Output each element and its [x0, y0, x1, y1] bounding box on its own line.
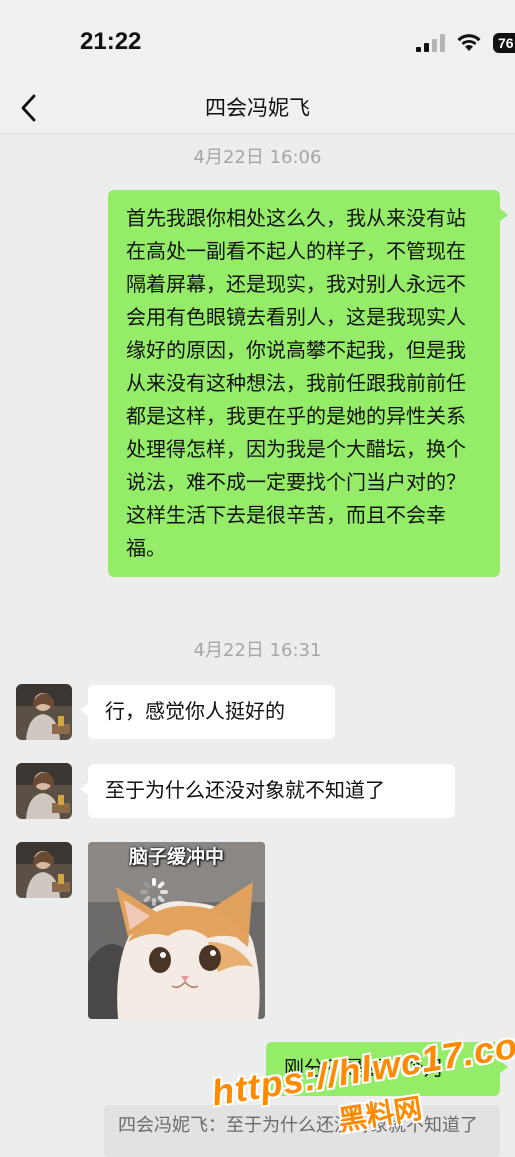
outgoing-message[interactable]: 首先我跟你相处这么久，我从来没有站在高处一副看不起人的样子，不管现在隔着屏幕，还… — [108, 190, 508, 577]
status-time: 21:22 — [80, 28, 142, 55]
sticker-message[interactable]: 脑子缓冲中 — [88, 842, 265, 1019]
contact-avatar[interactable] — [16, 763, 72, 819]
sticker-caption: 脑子缓冲中 — [128, 846, 224, 868]
battery-icon: 76 — [493, 33, 515, 53]
signal-icon — [416, 34, 446, 56]
quoted-message[interactable]: 四会冯妮飞：至于为什么还没对象就不知道了 — [104, 1105, 500, 1157]
message-timestamp: 4月22日 16:31 — [193, 640, 322, 661]
status-bar: 21:22 76 — [0, 0, 515, 80]
message-timestamp: 4月22日 16:06 — [193, 147, 322, 168]
chat-header: 四会冯妮飞 — [0, 80, 515, 134]
chat-title: 四会冯妮飞 — [205, 96, 310, 120]
incoming-message[interactable]: 行，感觉你人挺好的 — [80, 685, 335, 739]
contact-avatar[interactable] — [16, 684, 72, 740]
wifi-icon — [455, 32, 483, 56]
incoming-message[interactable]: 至于为什么还没对象就不知道了 — [80, 764, 455, 818]
contact-avatar[interactable] — [16, 842, 72, 898]
